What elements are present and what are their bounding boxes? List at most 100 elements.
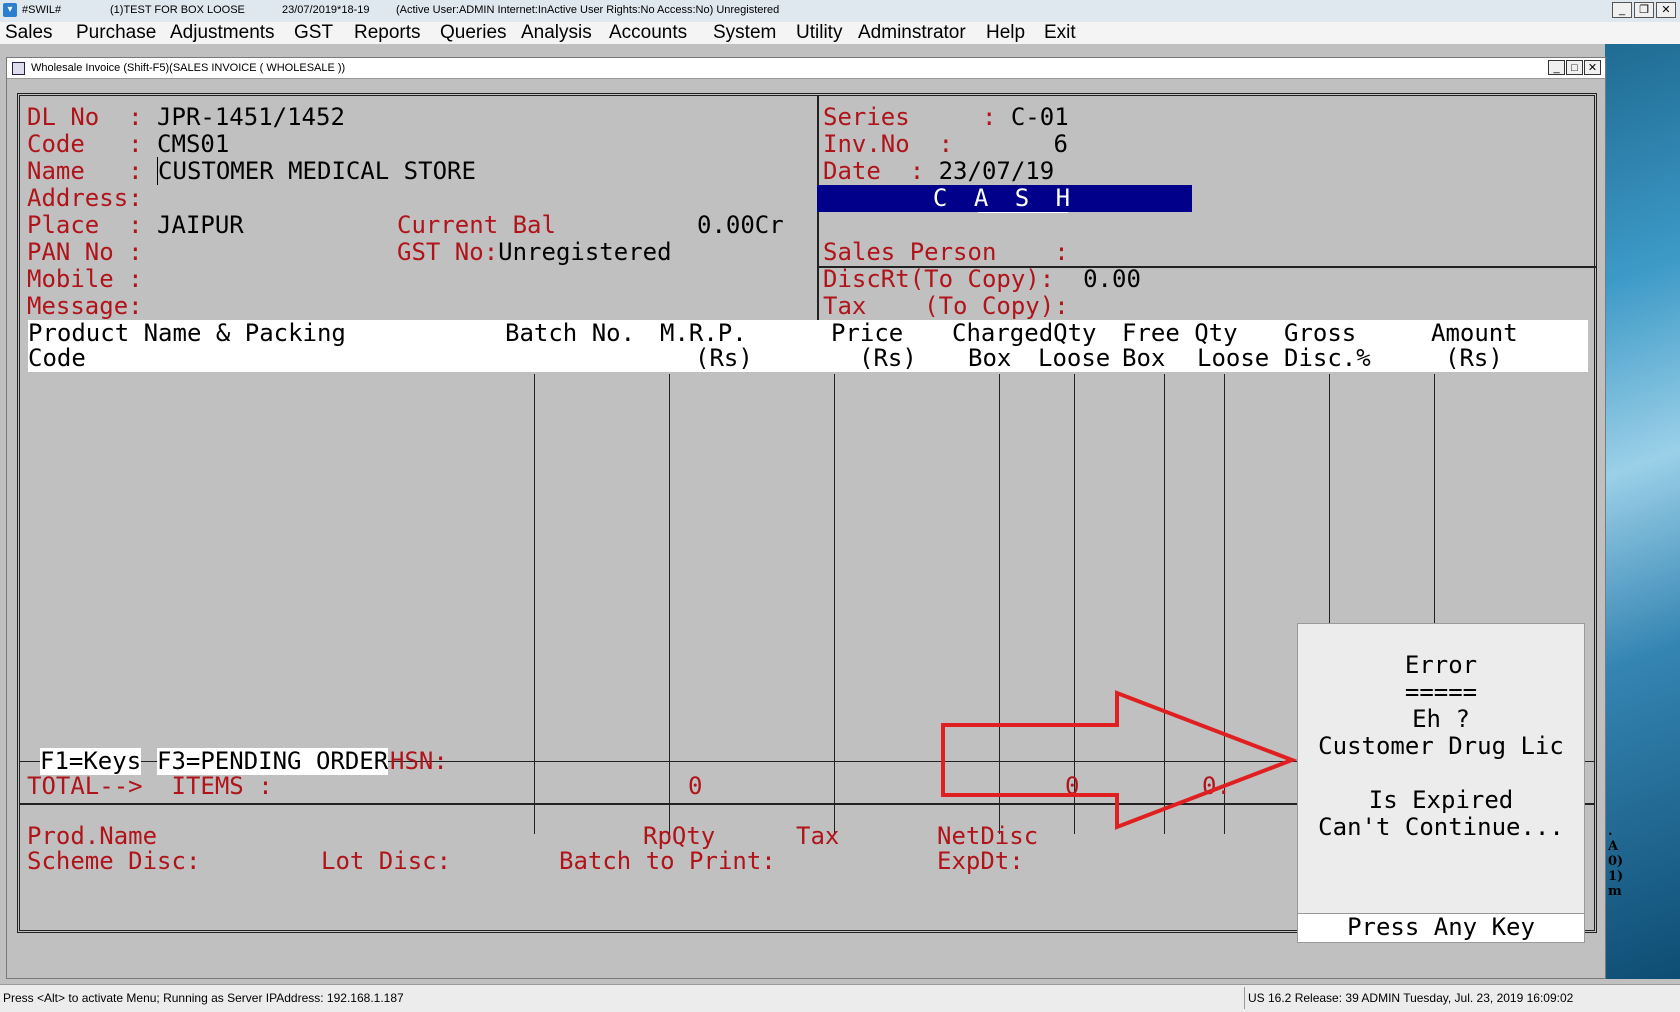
expdt-label: ExpDt: xyxy=(937,847,1024,875)
dl-row: DL No : JPR-1451/1452 xyxy=(27,103,345,131)
name-row[interactable]: Name : CUSTOMER MEDICAL STORE xyxy=(27,157,476,185)
prod-name-label: Prod.Name xyxy=(27,822,158,850)
menu-adjustments[interactable]: Adjustments xyxy=(170,22,275,44)
hsn-label: HSN: xyxy=(390,747,448,775)
desktop-text-fragment: . A 0) 1) m xyxy=(1608,824,1624,899)
code-value: CMS01 xyxy=(157,130,230,158)
inv-no-value: 6 xyxy=(1053,130,1068,158)
rpqty-label: RpQty xyxy=(643,822,716,850)
user-info: (Active User:ADMIN Internet:InActive Use… xyxy=(396,4,780,16)
scheme-disc-label: Scheme Disc: xyxy=(27,847,201,875)
place-value: JAIPUR xyxy=(157,211,244,239)
menu-accounts[interactable]: Accounts xyxy=(609,22,687,44)
menu-sales[interactable]: Sales xyxy=(5,22,53,44)
menu-queries[interactable]: Queries xyxy=(440,22,507,44)
menu-gst[interactable]: GST xyxy=(294,22,333,44)
series-row: Series : C-01 xyxy=(823,103,1069,131)
message-label: Message: xyxy=(27,292,143,320)
gst-row: GST No:Unregistered xyxy=(397,238,672,266)
swil-app-icon[interactable]: ▾ xyxy=(3,3,17,17)
col-batch: Batch No. xyxy=(505,319,636,347)
col-disc-pct: Disc.% xyxy=(1284,344,1371,372)
menu-exit[interactable]: Exit xyxy=(1044,22,1076,44)
col-free-box: Box xyxy=(1122,344,1166,372)
error-line-1: Eh ? xyxy=(1412,705,1470,733)
status-separator xyxy=(1244,987,1245,1009)
col-price: Price xyxy=(831,319,904,347)
col-price-rs: (Rs) xyxy=(859,344,917,372)
batch-to-print-label: Batch to Print: xyxy=(559,847,776,875)
tax-copy-label: Tax (To Copy): xyxy=(823,292,1069,320)
company-name: (1)TEST FOR BOX LOOSE xyxy=(110,4,245,16)
status-left: Press <Alt> to activate Menu; Running as… xyxy=(3,991,404,1005)
series-value: C-01 xyxy=(1010,103,1069,131)
col-amount-rs: (Rs) xyxy=(1445,344,1503,372)
child-titlebar: Wholesale Invoice (Shift-F5)(SALES INVOI… xyxy=(7,58,1605,79)
pan-label: PAN No : xyxy=(27,238,143,266)
child-close-button[interactable]: ✕ xyxy=(1584,60,1601,75)
child-minimize-button[interactable]: _ xyxy=(1548,60,1565,75)
col-gross: Gross xyxy=(1284,319,1357,347)
restore-button[interactable]: ❐ xyxy=(1634,2,1654,18)
col-mrp-rs: (Rs) xyxy=(695,344,753,372)
date-row: Date : 23/07/19 xyxy=(823,157,1055,185)
col-code: Code xyxy=(28,344,86,372)
child-maximize-button[interactable]: □ xyxy=(1566,60,1583,75)
discrt-value: 0.00 xyxy=(1083,265,1141,293)
inv-no-label: Inv.No : xyxy=(823,130,954,158)
date-year: 23/07/2019*18-19 xyxy=(282,4,370,16)
press-any-key-button[interactable]: Press Any Key xyxy=(1298,913,1584,942)
minimize-button[interactable]: _ xyxy=(1612,2,1632,18)
sales-person-label: Sales Person : xyxy=(823,238,1069,266)
col-charged-loose: Loose xyxy=(1038,344,1111,372)
child-window-title: Wholesale Invoice (Shift-F5)(SALES INVOI… xyxy=(31,62,346,74)
menu-reports[interactable]: Reports xyxy=(354,22,421,44)
window-menu-icon[interactable] xyxy=(12,62,25,75)
current-bal-label: Current Bal xyxy=(397,211,556,239)
status-bar: Press <Alt> to activate Menu; Running as… xyxy=(0,984,1680,1012)
error-dialog[interactable]: Error ===== Eh ? Customer Drug Lic Is Ex… xyxy=(1297,623,1585,943)
cash-mode-badge[interactable]: C A S H xyxy=(817,185,1192,212)
code-row: Code : CMS01 xyxy=(27,130,230,158)
current-bal-value: 0.00Cr xyxy=(697,211,784,239)
col-charged-qty: ChargedQty xyxy=(952,319,1097,347)
app-name: #SWIL# xyxy=(22,4,62,16)
address-label: Address: xyxy=(27,184,143,212)
menu-utility[interactable]: Utility xyxy=(796,22,842,44)
status-right: US 16.2 Release: 39 ADMIN Tuesday, Jul. … xyxy=(1248,991,1574,1005)
dl-value: JPR-1451/1452 xyxy=(157,103,345,131)
place-row: Place : JAIPUR xyxy=(27,211,244,239)
error-title: Error xyxy=(1404,651,1478,679)
menu-analysis[interactable]: Analysis xyxy=(521,22,592,44)
menu-purchase[interactable]: Purchase xyxy=(76,22,156,44)
col-free-loose: Loose xyxy=(1197,344,1270,372)
error-line-3: Is Expired xyxy=(1368,786,1514,814)
close-button[interactable]: ✕ xyxy=(1656,2,1676,18)
lot-disc-label: Lot Disc: xyxy=(321,847,452,875)
col-free-qty: Free Qty xyxy=(1122,319,1238,347)
menu-adminstrator[interactable]: Adminstrator xyxy=(858,22,966,44)
f3-pending-order[interactable]: F3=PENDING ORDER xyxy=(157,748,389,775)
menu-system[interactable]: System xyxy=(713,22,776,44)
total-items-label: TOTAL--> ITEMS : xyxy=(27,772,273,800)
error-line-2: Customer Drug Lic xyxy=(1318,732,1564,760)
annotation-arrow-icon xyxy=(941,690,1298,830)
col-product-name: Product Name & Packing xyxy=(28,319,346,347)
mobile-label: Mobile : xyxy=(27,265,143,293)
item-grid-header: Product Name & Packing Batch No. M.R.P. … xyxy=(28,320,1588,372)
header-divider xyxy=(817,96,819,358)
name-field: CUSTOMER MEDICAL STORE xyxy=(157,157,476,185)
menu-bar: Sales Purchase Adjustments GST Reports Q… xyxy=(0,22,1680,44)
error-line-4: Can't Continue... xyxy=(1318,813,1564,841)
f1-keys[interactable]: F1=Keys xyxy=(40,748,142,775)
gst-value: Unregistered xyxy=(498,238,672,266)
col-mrp: M.R.P. xyxy=(660,319,747,347)
col-charged-box: Box xyxy=(968,344,1012,372)
discrt-row: DiscRt(To Copy): 0.00 xyxy=(823,265,1141,293)
tax-label: Tax xyxy=(796,822,840,850)
menu-help[interactable]: Help xyxy=(986,22,1025,44)
date-value: 23/07/19 xyxy=(938,157,1055,185)
total-items-count: 0 xyxy=(688,772,703,800)
error-underline: ===== xyxy=(1404,678,1478,706)
col-amount: Amount xyxy=(1431,319,1518,347)
